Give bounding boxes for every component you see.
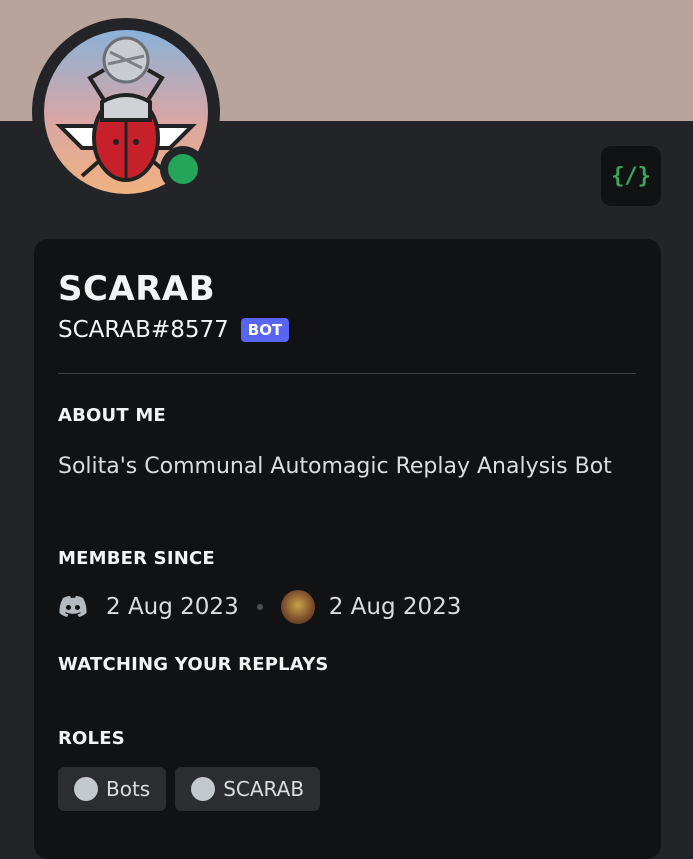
activity-heading: WATCHING YOUR REPLAYS xyxy=(58,654,329,675)
about-me-text: Solita's Communal Automagic Replay Analy… xyxy=(58,454,612,479)
role-label: SCARAB xyxy=(223,777,305,801)
dev-badge-glyph: {/} xyxy=(611,163,651,189)
server-join-date: 2 Aug 2023 xyxy=(328,594,462,620)
profile-card: SCARAB SCARAB#8577 BOT ABOUT ME Solita's… xyxy=(34,239,661,859)
bot-tag: BOT xyxy=(240,318,290,342)
discord-logo-icon xyxy=(59,596,87,617)
roles-heading: ROLES xyxy=(58,728,125,749)
divider xyxy=(58,373,636,374)
roles-list: Bots SCARAB xyxy=(58,767,321,811)
role-label: Bots xyxy=(106,777,151,801)
role-color-dot xyxy=(74,777,98,801)
username[interactable]: SCARAB#8577 xyxy=(58,317,229,343)
server-icon[interactable] xyxy=(280,590,315,624)
discord-join-date: 2 Aug 2023 xyxy=(106,594,239,620)
online-status-icon xyxy=(168,154,198,184)
role-color-dot xyxy=(191,777,216,801)
role-pill-bots[interactable]: Bots xyxy=(58,767,167,811)
role-pill-scarab[interactable]: SCARAB xyxy=(175,767,321,811)
display-name: SCARAB xyxy=(58,269,216,309)
active-developer-badge-icon[interactable]: {/} xyxy=(601,146,661,206)
username-row: SCARAB#8577 BOT xyxy=(58,317,290,343)
about-me-heading: ABOUT ME xyxy=(58,405,166,426)
member-since-heading: MEMBER SINCE xyxy=(58,548,215,569)
member-since-row: 2 Aug 2023 2 Aug 2023 xyxy=(58,589,461,625)
separator-dot xyxy=(256,604,263,610)
